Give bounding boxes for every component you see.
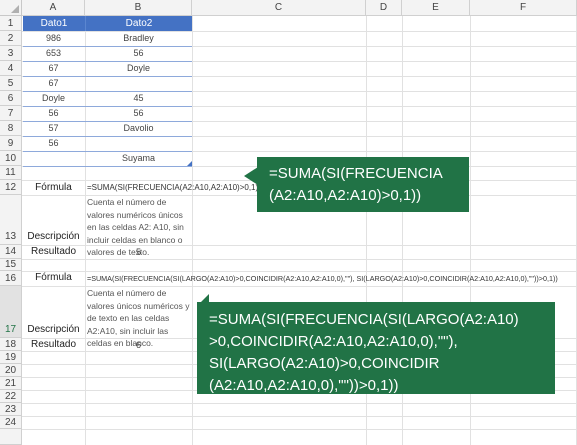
gridline xyxy=(22,271,577,272)
result-value-2[interactable]: 6 xyxy=(85,339,192,351)
row-header-20[interactable]: 20 xyxy=(0,364,22,377)
row-header-1[interactable]: 1 xyxy=(0,16,22,31)
row-header-21[interactable]: 21 xyxy=(0,377,22,390)
description-label-2: Descripción xyxy=(27,324,80,335)
table-header-dato1[interactable]: Dato1 xyxy=(23,16,85,31)
column-header-b[interactable]: B xyxy=(85,0,192,16)
row-header-22[interactable]: 22 xyxy=(0,390,22,403)
result-label-2: Resultado xyxy=(30,339,77,350)
formula-callout-1: =SUMA(SI(FRECUENCIA (A2:A10,A2:A10)>0,1)… xyxy=(257,157,469,212)
cell-b7[interactable]: 56 xyxy=(85,107,192,119)
column-header-a[interactable]: A xyxy=(22,0,85,16)
row-header-7[interactable]: 7 xyxy=(0,106,22,121)
row-header-23[interactable]: 23 xyxy=(0,403,22,416)
table-row-divider xyxy=(23,166,192,167)
callout-pointer xyxy=(244,167,258,185)
column-header-e[interactable]: E xyxy=(402,0,470,16)
column-header-d[interactable]: D xyxy=(366,0,402,16)
description-label-1: Descripción xyxy=(27,231,80,242)
cell-a5[interactable]: 67 xyxy=(22,77,85,89)
formula-cell-1[interactable]: =SUMA(SI(FRECUENCIA(A2:A10,A2:A10)>0,1)) xyxy=(87,182,261,194)
row-header-10[interactable]: 10 xyxy=(0,151,22,166)
column-header-c[interactable]: C xyxy=(192,0,366,16)
gridline xyxy=(22,403,577,404)
row-header-4[interactable]: 4 xyxy=(0,61,22,76)
formula-callout-2: =SUMA(SI(FRECUENCIA(SI(LARGO(A2:A10) >0,… xyxy=(197,302,555,394)
row-header-24[interactable]: 24 xyxy=(0,416,22,429)
select-all-corner[interactable] xyxy=(0,0,22,16)
row-header-13[interactable]: 13 xyxy=(0,195,22,245)
row-header-5[interactable]: 5 xyxy=(0,76,22,91)
row-header-17[interactable]: 17 xyxy=(0,286,22,338)
row-header-2[interactable]: 2 xyxy=(0,31,22,46)
gridline xyxy=(22,416,577,417)
row-header-19[interactable]: 19 xyxy=(0,351,22,364)
cell-b10[interactable]: Suyama xyxy=(85,152,192,164)
spreadsheet: A B C D E F 1 2 3 4 5 6 7 8 9 10 11 12 1… xyxy=(0,0,577,445)
row-header-16[interactable]: 16 xyxy=(0,271,22,286)
formula-cell-2[interactable]: =SUMA(SI(FRECUENCIA(SI(LARGO(A2:A10)>0,C… xyxy=(87,273,558,285)
cell-a8[interactable]: 57 xyxy=(22,122,85,134)
row-header-3[interactable]: 3 xyxy=(0,46,22,61)
result-label-1: Resultado xyxy=(30,246,77,257)
row-header-9[interactable]: 9 xyxy=(0,136,22,151)
cell-b8[interactable]: Davolio xyxy=(85,122,192,134)
cell-b2[interactable]: Bradley xyxy=(85,32,192,44)
cell-a4[interactable]: 67 xyxy=(22,62,85,74)
cell-b4[interactable]: Doyle xyxy=(85,62,192,74)
cell-a7[interactable]: 56 xyxy=(22,107,85,119)
row-header-12[interactable]: 12 xyxy=(0,180,22,195)
gridline xyxy=(22,259,577,260)
formula-label-1: Fórmula xyxy=(35,182,72,193)
cell-b3[interactable]: 56 xyxy=(85,47,192,59)
cell-a3[interactable]: 653 xyxy=(22,47,85,59)
formula-label-2: Fórmula xyxy=(35,272,72,283)
cell-a6[interactable]: Doyle xyxy=(22,92,85,104)
result-value-1[interactable]: 5 xyxy=(85,246,192,258)
row-header-14[interactable]: 14 xyxy=(0,245,22,259)
gridline xyxy=(22,429,577,430)
row-header-15[interactable]: 15 xyxy=(0,259,22,271)
column-header-f[interactable]: F xyxy=(470,0,577,16)
cell-b6[interactable]: 45 xyxy=(85,92,192,104)
cell-a9[interactable]: 56 xyxy=(22,137,85,149)
row-header-11[interactable]: 11 xyxy=(0,166,22,180)
cell-a2[interactable]: 986 xyxy=(22,32,85,44)
row-header-6[interactable]: 6 xyxy=(0,91,22,106)
row-header-25[interactable] xyxy=(0,429,22,445)
row-header-18[interactable]: 18 xyxy=(0,338,22,351)
table-header-dato2[interactable]: Dato2 xyxy=(85,16,192,31)
row-header-8[interactable]: 8 xyxy=(0,121,22,136)
gridline xyxy=(192,16,193,445)
gridline xyxy=(85,16,86,445)
